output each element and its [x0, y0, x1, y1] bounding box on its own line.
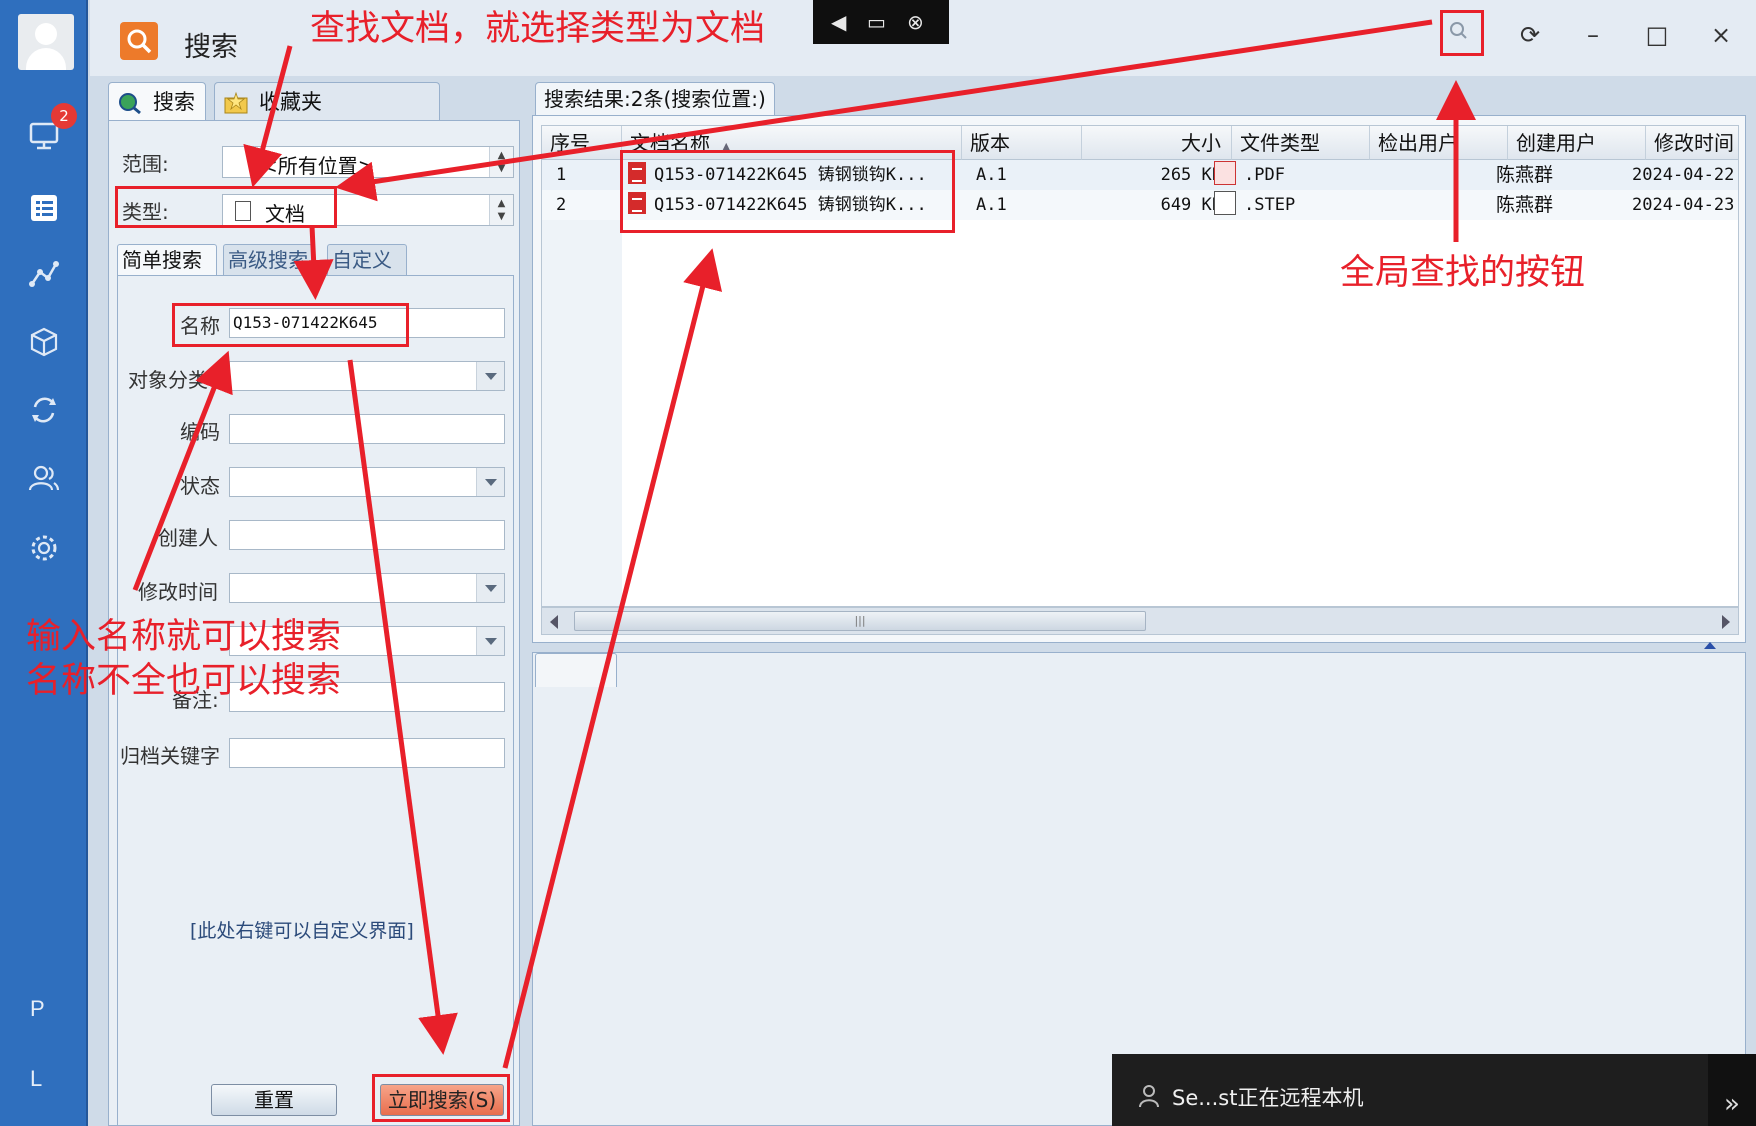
folder-star-icon: [224, 91, 248, 114]
column-header-checkout-user[interactable]: 检出用户: [1370, 126, 1508, 160]
annotation-name-hint-2: 名称不全也可以搜索: [26, 661, 342, 701]
globe-search-icon: [119, 93, 141, 115]
cube-icon[interactable]: [24, 322, 64, 362]
close-circle-icon[interactable]: ⊗: [907, 10, 924, 34]
status-label: 状态: [180, 474, 220, 498]
chevron-down-icon[interactable]: [476, 468, 504, 496]
avatar[interactable]: [18, 14, 74, 70]
gear-icon[interactable]: [24, 528, 64, 568]
row-creator: 陈燕群: [1496, 164, 1554, 186]
rail-letter-l[interactable]: L: [30, 1066, 42, 1092]
modified-label: 修改时间: [138, 580, 218, 604]
row-seq: 1: [556, 165, 567, 185]
annotation-box-global-search: [1440, 10, 1484, 56]
creator-input[interactable]: [229, 520, 505, 550]
seq-column: [542, 160, 622, 606]
row-modified: 2024-04-23: [1632, 195, 1735, 215]
scroll-right-icon[interactable]: [1722, 615, 1730, 629]
chevron-down-icon[interactable]: [476, 627, 504, 655]
scroll-left-icon[interactable]: [550, 615, 558, 629]
category-select[interactable]: [229, 361, 505, 391]
horizontal-scrollbar[interactable]: |||: [541, 607, 1739, 635]
screen-icon[interactable]: ▭: [867, 10, 886, 34]
row-filetype: .PDF: [1214, 160, 1285, 190]
row-filetype: .STEP: [1214, 190, 1295, 220]
column-header-seq[interactable]: 序号: [542, 126, 622, 160]
row-modified: 2024-04-22: [1632, 165, 1735, 185]
minimize-button[interactable]: –: [1576, 18, 1610, 52]
annotation-box-name: [172, 303, 409, 347]
row-size: 649 KB: [1160, 195, 1222, 215]
users-icon[interactable]: [24, 458, 64, 498]
column-header-creator[interactable]: 创建用户: [1508, 126, 1646, 160]
archive-keyword-input[interactable]: [229, 738, 505, 768]
pdf-icon: [1214, 161, 1236, 185]
refresh-button[interactable]: ⟳: [1513, 18, 1547, 52]
annotation-type-hint: 查找文档，就选择类型为文档: [310, 9, 766, 49]
row-creator: 陈燕群: [1496, 194, 1554, 216]
nav-rail: 2 P L: [0, 0, 88, 1126]
row-size: 265 KB: [1160, 165, 1222, 185]
modified-select[interactable]: [229, 573, 505, 603]
column-header-version[interactable]: 版本: [962, 126, 1082, 160]
detail-tab[interactable]: [535, 653, 617, 687]
app-search-icon: [120, 22, 158, 60]
creator-label: 创建人: [158, 526, 218, 550]
scope-spinner[interactable]: ▲ ▼: [489, 147, 513, 177]
scope-label: 范围:: [122, 152, 169, 176]
rail-letter-p[interactable]: P: [30, 996, 45, 1022]
column-header-size[interactable]: 大小: [1082, 126, 1232, 160]
annotation-global-search-hint: 全局查找的按钮: [1340, 253, 1586, 293]
remote-notification: Se...st正在远程本机 »: [1112, 1054, 1756, 1126]
pointer-icon[interactable]: ◀: [831, 10, 846, 34]
tab-simple-search[interactable]: 简单搜索: [117, 244, 217, 276]
tab-search[interactable]: 搜索: [108, 82, 206, 122]
tab-favorites[interactable]: 收藏夹: [214, 82, 440, 122]
chevron-down-icon[interactable]: [476, 362, 504, 390]
results-tab[interactable]: 搜索结果:2条(搜索位置:): [535, 82, 775, 116]
category-label: 对象分类: [128, 368, 208, 392]
customize-hint: [此处右键可以自定义界面]: [190, 920, 414, 942]
archive-keyword-label: 归档关键字: [120, 744, 220, 768]
sync-icon[interactable]: [24, 390, 64, 430]
reset-button[interactable]: 重置: [211, 1084, 337, 1116]
code-input[interactable]: [229, 414, 505, 444]
step-file-icon: [1214, 191, 1236, 215]
status-select[interactable]: [229, 467, 505, 497]
document-list-icon[interactable]: [24, 188, 64, 228]
close-button[interactable]: ×: [1704, 18, 1738, 52]
column-header-filetype[interactable]: 文件类型: [1232, 126, 1370, 160]
annotation-box-search-button: [372, 1074, 510, 1122]
tab-custom[interactable]: 自定义: [327, 244, 407, 276]
row-version: A.1: [976, 195, 1007, 215]
annotation-box-type: [115, 186, 337, 228]
collapse-arrow-icon[interactable]: [1704, 642, 1716, 649]
chevron-down-icon[interactable]: [476, 574, 504, 602]
row-seq: 2: [556, 195, 567, 215]
code-label: 编码: [180, 420, 220, 444]
type-spinner[interactable]: ▲ ▼: [489, 195, 513, 225]
notification-badge: 2: [51, 103, 77, 129]
row-version: A.1: [976, 165, 1007, 185]
user-icon: [1139, 1085, 1159, 1108]
scope-select[interactable]: <所有位置> ▲ ▼: [222, 146, 514, 178]
tab-advanced-search[interactable]: 高级搜索: [223, 244, 313, 276]
expand-icon[interactable]: »: [1708, 1054, 1756, 1126]
workflow-icon[interactable]: [24, 254, 64, 294]
remote-toolbar: ◀ ▭ ⊗: [813, 0, 949, 44]
column-header-modified[interactable]: 修改时间: [1646, 126, 1738, 160]
scrollbar-thumb[interactable]: |||: [574, 611, 1146, 631]
annotation-box-results: [620, 150, 955, 233]
annotation-name-hint-1: 输入名称就可以搜索: [26, 617, 342, 657]
maximize-button[interactable]: □: [1640, 18, 1674, 52]
window-title: 搜索: [184, 32, 238, 63]
